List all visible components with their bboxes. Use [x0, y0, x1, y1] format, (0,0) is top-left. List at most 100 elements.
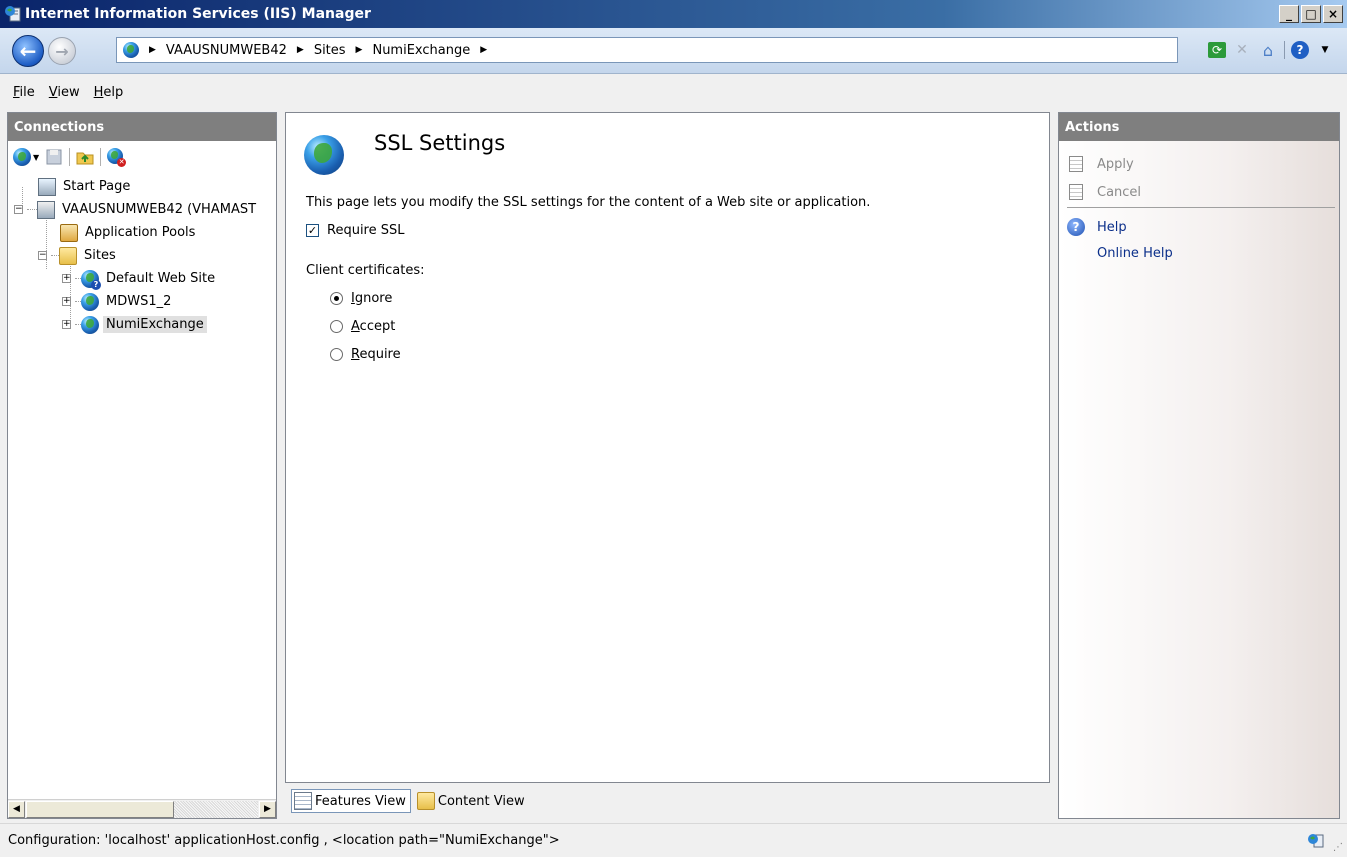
menu-file[interactable]: File: [9, 81, 45, 104]
status-text: Configuration: 'localhost' applicationHo…: [8, 833, 560, 848]
breadcrumb-arrow-icon[interactable]: ▶: [297, 45, 304, 55]
ssl-settings-globe-icon: [304, 135, 344, 175]
chevron-down-icon[interactable]: ▼: [33, 153, 39, 162]
tree-item-label[interactable]: Start Page: [60, 178, 133, 195]
minimize-button[interactable]: _: [1279, 5, 1299, 23]
tree-item-label[interactable]: Default Web Site: [103, 270, 218, 287]
refresh-icon[interactable]: ⟳: [1208, 42, 1226, 58]
radio-require-label: Require: [351, 347, 401, 362]
back-button[interactable]: ←: [12, 35, 44, 67]
help-label: Help: [1097, 219, 1127, 235]
scroll-right-icon[interactable]: ▶: [259, 800, 276, 818]
expand-icon[interactable]: +: [62, 297, 71, 306]
tree-item-default-web-site[interactable]: + ? Default Web Site: [8, 267, 276, 290]
tree-item-label[interactable]: VAAUSNUMWEB42 (VHAMAST: [59, 201, 259, 218]
menu-help[interactable]: Help: [90, 81, 134, 104]
address-toolbar-icons: ⟳ ✕ ⌂ ? ▼: [1208, 40, 1335, 60]
tree-item-label[interactable]: NumiExchange: [103, 316, 207, 333]
site-globe-icon: [81, 292, 99, 311]
cancel-label: Cancel: [1097, 184, 1142, 200]
view-tabs: Features View Content View: [285, 786, 1050, 816]
stop-icon[interactable]: ✕: [1232, 40, 1252, 60]
status-bar: Configuration: 'localhost' applicationHo…: [0, 823, 1347, 857]
checkbox-checked-icon[interactable]: ✓: [306, 224, 319, 237]
require-ssl-label: Require SSL: [327, 223, 405, 238]
iis-app-icon: [4, 5, 22, 23]
tree-item-label[interactable]: Sites: [81, 247, 119, 264]
radio-ignore[interactable]: Ignore: [330, 291, 392, 306]
breadcrumb-arrow-icon[interactable]: ▶: [480, 45, 487, 55]
tab-content-view[interactable]: Content View: [415, 789, 529, 813]
actions-header: Actions: [1059, 113, 1339, 141]
save-icon[interactable]: [45, 148, 63, 166]
tree-item-label[interactable]: MDWS1_2: [103, 293, 174, 310]
back-icon: ←: [19, 39, 37, 63]
tree-item-numiexchange[interactable]: + NumiExchange: [8, 313, 276, 336]
address-field[interactable]: ▶ VAAUSNUMWEB42 ▶ Sites ▶ NumiExchange ▶: [116, 37, 1178, 63]
feature-pane: SSL Settings This page lets you modify t…: [285, 112, 1050, 783]
server-icon: [37, 200, 55, 219]
require-ssl-checkbox[interactable]: ✓ Require SSL: [306, 223, 405, 238]
radio-accept-label: Accept: [351, 319, 396, 334]
home-icon[interactable]: ⌂: [1258, 40, 1278, 60]
collapse-icon[interactable]: −: [38, 251, 47, 260]
toolbar-separator: [100, 148, 102, 166]
breadcrumb-arrow-icon[interactable]: ▶: [356, 45, 363, 55]
forward-icon: →: [55, 41, 69, 61]
window-controls: _ □ ×: [1279, 5, 1343, 23]
apply-action[interactable]: Apply: [1067, 155, 1134, 173]
forward-button[interactable]: →: [48, 37, 76, 65]
online-help-action[interactable]: Online Help: [1097, 246, 1173, 261]
content-view-icon: [416, 792, 435, 810]
horizontal-scrollbar[interactable]: ◀ ▶: [8, 799, 276, 818]
actions-pane: Actions Apply Cancel ? Help Online Help: [1058, 112, 1340, 819]
tree-item-application-pools[interactable]: Application Pools: [8, 221, 276, 244]
connections-toolbar: ▼ ✕: [8, 141, 276, 173]
radio-unchecked-icon[interactable]: [330, 348, 343, 361]
radio-require[interactable]: Require: [330, 347, 401, 362]
tree-item-sites[interactable]: − Sites: [8, 244, 276, 267]
cancel-icon: [1067, 183, 1085, 201]
tab-features-view[interactable]: Features View: [291, 789, 411, 813]
help-action[interactable]: ? Help: [1067, 218, 1127, 236]
radio-accept[interactable]: Accept: [330, 319, 395, 334]
connect-icon[interactable]: [13, 148, 31, 166]
tab-content-view-label: Content View: [437, 793, 525, 809]
connections-pane: Connections ▼ ✕ Start Page − VAAUSNUMWEB…: [7, 112, 277, 819]
disconnect-icon[interactable]: ✕: [107, 148, 127, 167]
client-certificates-label: Client certificates:: [306, 263, 425, 278]
expand-icon[interactable]: +: [62, 274, 71, 283]
connections-header: Connections: [8, 113, 276, 141]
cancel-action[interactable]: Cancel: [1067, 183, 1141, 201]
scrollbar-track[interactable]: [174, 800, 258, 818]
chevron-down-icon[interactable]: ▼: [1315, 40, 1335, 60]
expand-icon[interactable]: +: [62, 320, 71, 329]
actions-separator: [1067, 207, 1335, 208]
breadcrumb-sites[interactable]: Sites: [314, 43, 346, 58]
close-button[interactable]: ×: [1323, 5, 1343, 23]
menu-view[interactable]: View: [45, 81, 90, 104]
feature-description: This page lets you modify the SSL settin…: [306, 195, 871, 210]
tree-item-start-page[interactable]: Start Page: [8, 175, 276, 198]
radio-unchecked-icon[interactable]: [330, 320, 343, 333]
globe-icon: [123, 42, 139, 58]
toolbar-separator: [69, 148, 71, 166]
breadcrumb-site[interactable]: NumiExchange: [372, 43, 470, 58]
collapse-icon[interactable]: −: [14, 205, 23, 214]
breadcrumb-arrow-icon[interactable]: ▶: [149, 45, 156, 55]
start-page-icon: [38, 177, 56, 196]
resize-grip-icon[interactable]: ⋰: [1333, 842, 1343, 853]
server-status-icon: [1307, 833, 1325, 849]
up-folder-icon[interactable]: [76, 148, 94, 166]
help-icon[interactable]: ?: [1291, 41, 1309, 59]
tree-item-mdws1-2[interactable]: + MDWS1_2: [8, 290, 276, 313]
maximize-button[interactable]: □: [1301, 5, 1321, 23]
radio-checked-icon[interactable]: [330, 292, 343, 305]
scroll-left-icon[interactable]: ◀: [8, 800, 25, 818]
breadcrumb-server[interactable]: VAAUSNUMWEB42: [166, 43, 287, 58]
scrollbar-thumb[interactable]: [26, 800, 174, 818]
site-globe-icon: [81, 315, 99, 334]
tree-item-label[interactable]: Application Pools: [82, 224, 198, 241]
stopped-site-icon: ?: [81, 269, 101, 290]
tree-item-server[interactable]: − VAAUSNUMWEB42 (VHAMAST: [8, 198, 276, 221]
